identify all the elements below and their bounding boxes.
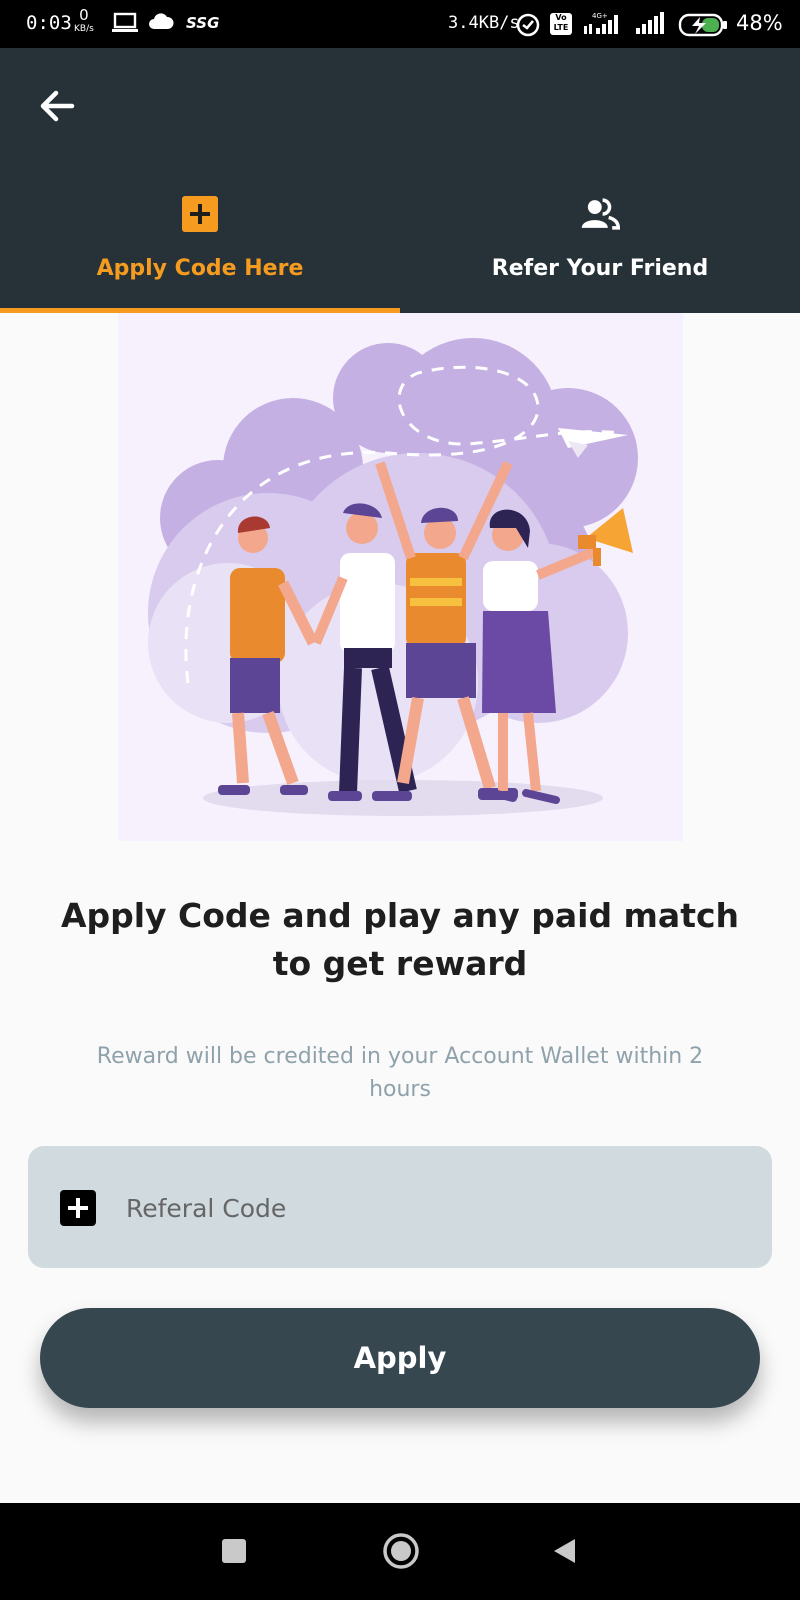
- recents-icon[interactable]: [222, 1539, 246, 1563]
- status-time: 0:03: [26, 12, 72, 34]
- signal-icon: [636, 12, 668, 41]
- app-header: Apply Code Here Refer Your Friend: [0, 48, 800, 313]
- plus-box-icon: [60, 1190, 96, 1226]
- signal-icon: 4G+: [584, 12, 628, 41]
- referral-code-field[interactable]: [28, 1146, 772, 1268]
- reward-subtext: Reward will be credited in your Account …: [96, 1044, 704, 1102]
- carrier-tag: SSG: [186, 14, 220, 32]
- laptop-icon: [112, 12, 138, 39]
- back-button[interactable]: [36, 84, 80, 128]
- net-rate-unit: KB/s: [74, 24, 94, 34]
- tab-refer-friend[interactable]: Refer Your Friend: [400, 188, 800, 313]
- net-rate: 0 KB/s: [74, 8, 94, 36]
- cloud-icon: [148, 11, 174, 36]
- friends-illustration: [118, 313, 683, 841]
- people-icon: [581, 198, 620, 230]
- apply-button[interactable]: Apply: [40, 1308, 760, 1408]
- back-triangle-icon[interactable]: [552, 1537, 576, 1565]
- home-icon[interactable]: [382, 1532, 420, 1570]
- reward-headline: Apply Code and play any paid match to ge…: [60, 896, 740, 983]
- battery-percent: 48%: [736, 11, 783, 35]
- referral-code-input[interactable]: [124, 1184, 728, 1232]
- alarm-icon: [515, 11, 541, 42]
- status-bar: 0:03 0 KB/s SSG 3.4KB/s Vo LTE 4G+ 48%: [0, 0, 800, 48]
- volte-badge: Vo LTE: [550, 13, 572, 35]
- plus-box-icon: [182, 196, 218, 232]
- tab-label: Apply Code Here: [96, 256, 304, 281]
- network-speed: 3.4KB/s: [448, 13, 520, 33]
- tab-apply-code[interactable]: Apply Code Here: [0, 188, 400, 313]
- arrow-left-icon: [40, 90, 75, 122]
- network-type: 4G+: [592, 12, 608, 20]
- tab-label: Refer Your Friend: [491, 256, 709, 281]
- battery-charging-icon: [678, 12, 730, 43]
- system-nav-bar: [0, 1503, 800, 1600]
